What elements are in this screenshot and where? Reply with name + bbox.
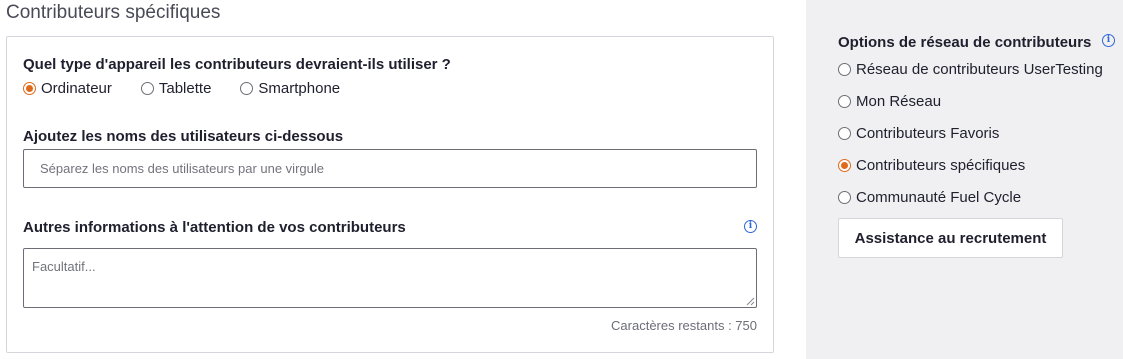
recruitment-assistance-button[interactable]: Assistance au recrutement [838, 218, 1063, 258]
device-option-label: Smartphone [258, 80, 341, 97]
device-radio-group: Ordinateur Tablette Smartphone [23, 80, 369, 97]
device-option-tablet[interactable]: Tablette [140, 80, 212, 97]
characters-remaining: Caractères restants : 750 [611, 318, 757, 333]
radio-button[interactable] [240, 82, 254, 95]
device-question-label: Quel type d'appareil les contributeurs d… [23, 56, 451, 73]
other-info-label: Autres informations à l'attention de vos… [23, 219, 406, 236]
network-option-my-network[interactable]: Mon Réseau [838, 93, 941, 110]
info-icon[interactable]: i [744, 220, 757, 233]
other-info-textarea[interactable] [23, 248, 757, 308]
sidebar: Options de réseau de contributeurs i Rés… [806, 0, 1123, 359]
device-option-smartphone[interactable]: Smartphone [240, 80, 340, 97]
usernames-input[interactable] [23, 149, 757, 188]
settings-card: Quel type d'appareil les contributeurs d… [6, 36, 774, 353]
device-option-computer[interactable]: Ordinateur [23, 80, 112, 97]
network-option-fuel-cycle[interactable]: Communauté Fuel Cycle [838, 189, 1021, 206]
network-option-favorites[interactable]: Contributeurs Favoris [838, 125, 999, 142]
radio-button[interactable] [838, 127, 851, 140]
radio-button[interactable] [838, 95, 851, 108]
usernames-label: Ajoutez les noms des utilisateurs ci-des… [23, 128, 344, 145]
device-option-label: Ordinateur [41, 80, 112, 97]
radio-button[interactable] [140, 82, 154, 95]
main-panel: Contributeurs spécifiques Quel type d'ap… [0, 0, 806, 359]
sidebar-title: Options de réseau de contributeurs [838, 34, 1092, 51]
network-option-label: Contributeurs spécifiques [856, 157, 1026, 174]
network-option-label: Mon Réseau [856, 93, 942, 110]
radio-button-checked[interactable] [23, 82, 36, 95]
network-option-usertesting[interactable]: Réseau de contributeurs UserTesting [838, 61, 1103, 78]
network-option-specific[interactable]: Contributeurs spécifiques [838, 157, 1025, 174]
network-option-label: Contributeurs Favoris [856, 125, 1000, 142]
radio-button-checked[interactable] [838, 159, 851, 172]
radio-button[interactable] [838, 63, 851, 76]
network-option-label: Communauté Fuel Cycle [856, 189, 1022, 206]
network-option-label: Réseau de contributeurs UserTesting [856, 61, 1103, 78]
info-icon[interactable]: i [1102, 34, 1115, 47]
section-title: Contributeurs spécifiques [6, 2, 221, 23]
device-option-label: Tablette [158, 80, 212, 97]
radio-button[interactable] [838, 191, 851, 204]
